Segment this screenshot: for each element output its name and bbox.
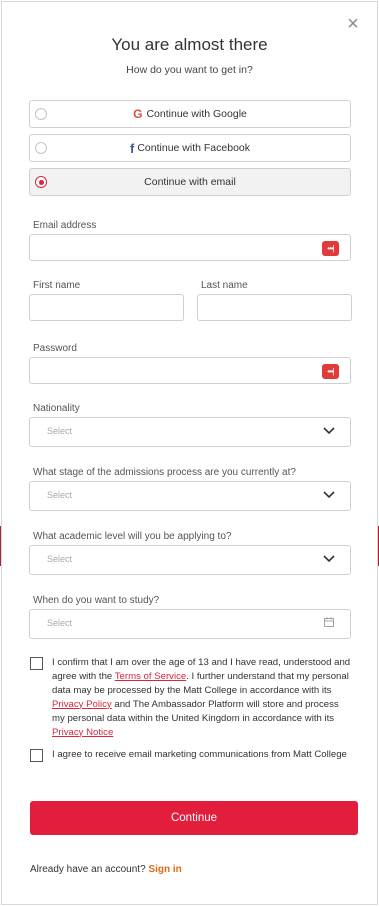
calendar-icon[interactable] xyxy=(324,617,334,627)
privacy-notice-link[interactable]: Privacy Notice xyxy=(52,727,113,738)
email-option-label: Continue with email xyxy=(144,176,236,188)
first-name-field[interactable] xyxy=(29,294,184,321)
last-name-label: Last name xyxy=(201,280,248,291)
marketing-checkbox[interactable] xyxy=(30,749,43,762)
privacy-policy-link[interactable]: Privacy Policy xyxy=(52,699,112,710)
facebook-icon: f xyxy=(130,140,135,156)
google-radio[interactable] xyxy=(35,108,47,120)
email-radio[interactable] xyxy=(35,176,47,188)
level-select[interactable]: Select xyxy=(29,545,351,575)
terms-of-service-link[interactable]: Terms of Service xyxy=(115,671,186,682)
chevron-down-icon xyxy=(323,555,335,563)
stage-placeholder: Select xyxy=(47,490,73,500)
password-label: Password xyxy=(33,343,77,354)
modal-subtitle: How do you want to get in? xyxy=(126,64,253,76)
password-field[interactable]: •••| xyxy=(29,357,351,384)
level-label: What academic level will you be applying… xyxy=(33,531,232,542)
have-account-text: Already have an account? xyxy=(30,864,146,875)
continue-with-facebook-button[interactable]: f Continue with Facebook xyxy=(29,134,351,162)
level-placeholder: Select xyxy=(47,554,73,564)
password-manager-icon[interactable]: •••| xyxy=(322,241,339,256)
google-option-label: Continue with Google xyxy=(146,108,247,120)
email-field[interactable]: •••| xyxy=(29,234,351,261)
chevron-down-icon xyxy=(323,427,335,435)
nationality-select[interactable]: Select xyxy=(29,417,351,447)
first-name-label: First name xyxy=(33,280,81,291)
study-date-picker[interactable]: Select xyxy=(29,609,351,639)
chevron-down-icon xyxy=(323,491,335,499)
signup-modal: × You are almost there How do you want t… xyxy=(1,1,378,905)
google-icon: G xyxy=(133,107,143,121)
continue-button[interactable]: Continue xyxy=(30,801,358,835)
continue-with-google-button[interactable]: G Continue with Google xyxy=(29,100,351,128)
terms-consent-text: I confirm that I am over the age of 13 a… xyxy=(52,656,352,739)
sign-in-prompt: Already have an account? Sign in xyxy=(30,864,182,875)
nationality-label: Nationality xyxy=(33,403,80,414)
modal-title: You are almost there xyxy=(111,35,268,54)
email-label: Email address xyxy=(33,220,97,231)
facebook-option-label: Continue with Facebook xyxy=(137,142,250,154)
last-name-field[interactable] xyxy=(197,294,352,321)
continue-with-email-button[interactable]: Continue with email xyxy=(29,168,351,196)
password-manager-icon[interactable]: •••| xyxy=(322,364,339,379)
stage-select[interactable]: Select xyxy=(29,481,351,511)
study-date-label: When do you want to study? xyxy=(33,595,160,606)
sign-in-link[interactable]: Sign in xyxy=(148,864,181,875)
stage-label: What stage of the admissions process are… xyxy=(33,467,296,478)
terms-checkbox[interactable] xyxy=(30,657,43,670)
close-icon[interactable]: × xyxy=(343,14,363,34)
marketing-consent-text: I agree to receive email marketing commu… xyxy=(52,749,347,760)
facebook-radio[interactable] xyxy=(35,142,47,154)
study-date-placeholder: Select xyxy=(47,618,73,628)
nationality-placeholder: Select xyxy=(47,426,73,436)
